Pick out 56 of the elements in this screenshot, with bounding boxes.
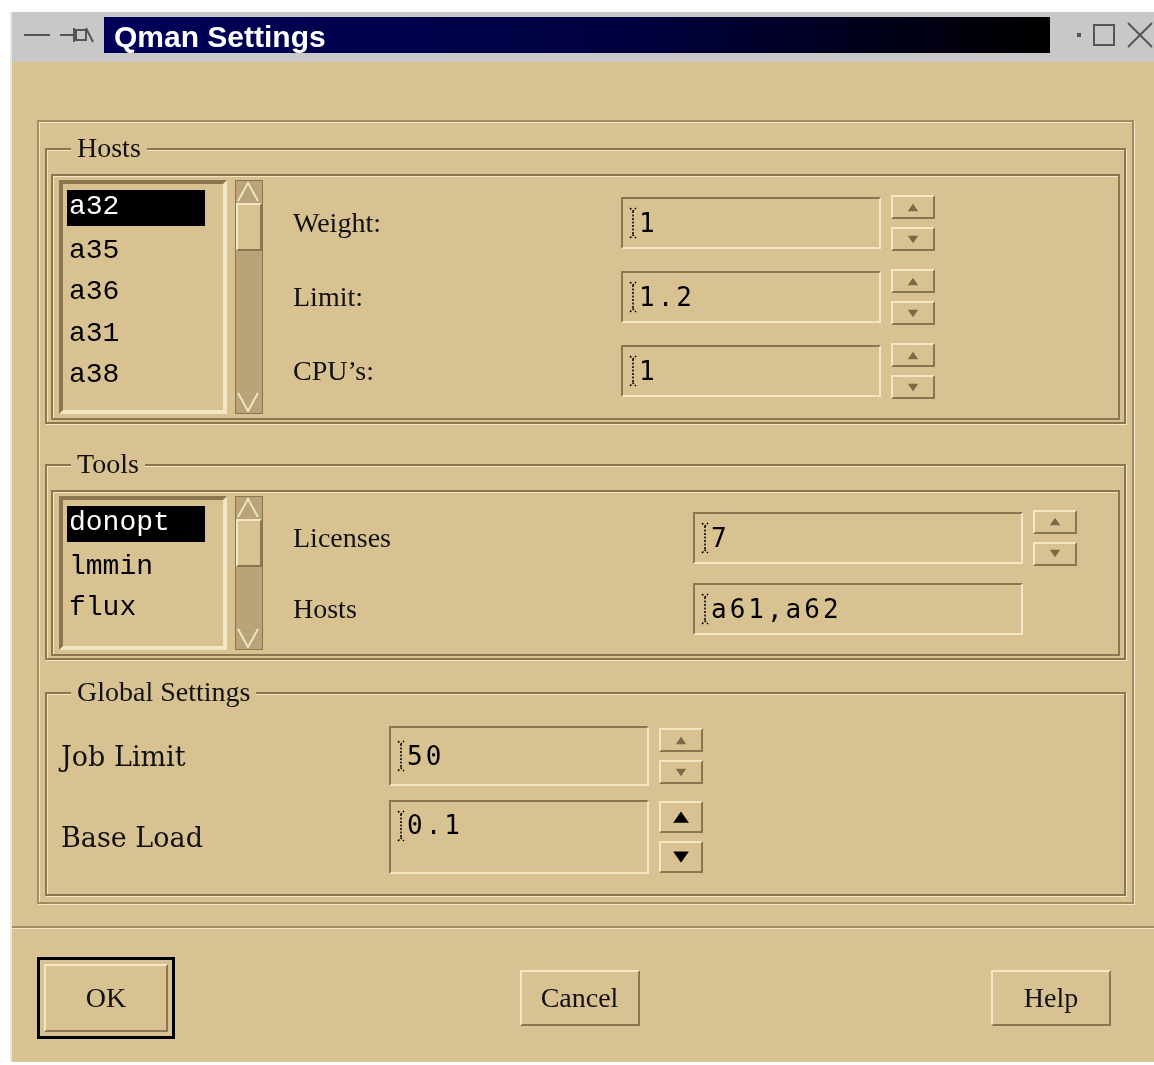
input-field[interactable]: a61,a62 (693, 582, 1023, 635)
list-item[interactable]: flux (67, 589, 205, 631)
spin-down-button[interactable] (659, 841, 703, 873)
list-item[interactable]: a35 (67, 231, 205, 273)
text-cursor-icon (629, 207, 637, 239)
up-triangle-icon (907, 276, 919, 286)
up-triangle-icon (907, 350, 919, 360)
down-triangle-icon (907, 308, 919, 318)
input-field[interactable]: 1 (621, 197, 881, 249)
list-item[interactable]: a31 (67, 314, 205, 356)
close-icon[interactable] (1126, 21, 1154, 49)
dialog-button[interactable]: Help (991, 970, 1111, 1026)
scroll-thumb[interactable] (236, 203, 262, 251)
input-field[interactable]: 50 (389, 726, 649, 786)
list-item[interactable]: a36 (67, 273, 205, 315)
field-label: Weight: (293, 207, 382, 239)
scrollbar[interactable] (235, 496, 263, 650)
field-label: Hosts (293, 592, 358, 625)
list-box[interactable]: a32 a35 a36 a31 a38 (59, 180, 227, 414)
list-item[interactable]: donopt (67, 506, 205, 542)
list-box[interactable]: donopt lmmin flux (59, 496, 227, 650)
input-field[interactable]: 7 (693, 511, 1023, 564)
dialog-button[interactable]: Cancel (519, 970, 640, 1026)
list-item[interactable]: a38 (67, 356, 205, 398)
field-label: CPU’s: (293, 355, 375, 387)
input-field[interactable]: 1.2 (621, 271, 881, 323)
text-cursor-icon (629, 281, 637, 313)
field-label: Limit: (293, 281, 364, 313)
text-cursor-icon (629, 355, 637, 387)
scrollbar[interactable] (235, 180, 263, 414)
up-triangle-icon (675, 735, 687, 745)
down-triangle-icon (675, 767, 687, 777)
up-triangle-icon (1049, 517, 1061, 526)
pin-icon[interactable] (60, 25, 94, 45)
input-field[interactable]: 0.1 (389, 800, 649, 874)
window-title: Qman Settings (104, 17, 1050, 53)
input-field[interactable]: 1 (621, 345, 881, 397)
list-item[interactable]: a32 (67, 190, 205, 226)
list-item[interactable]: lmmin (67, 547, 205, 589)
dialog-button[interactable]: OK (44, 964, 168, 1032)
text-cursor-icon (701, 521, 709, 554)
scroll-thumb[interactable] (236, 519, 262, 567)
down-triangle-icon (1049, 549, 1061, 558)
up-triangle-icon (907, 202, 919, 212)
down-triangle-icon (907, 234, 919, 244)
text-cursor-icon (701, 592, 709, 625)
field-label: Base Load (61, 821, 204, 853)
down-triangle-icon (907, 382, 919, 392)
text-cursor-icon (397, 740, 405, 772)
minimize-icon[interactable] (24, 31, 50, 39)
text-cursor-icon (397, 810, 405, 842)
maximize-icon[interactable] (1092, 23, 1116, 47)
down-triangle-icon (672, 850, 690, 864)
field-label: Licenses (293, 521, 392, 554)
spin-up-button[interactable] (659, 801, 703, 833)
up-triangle-icon (672, 810, 690, 824)
